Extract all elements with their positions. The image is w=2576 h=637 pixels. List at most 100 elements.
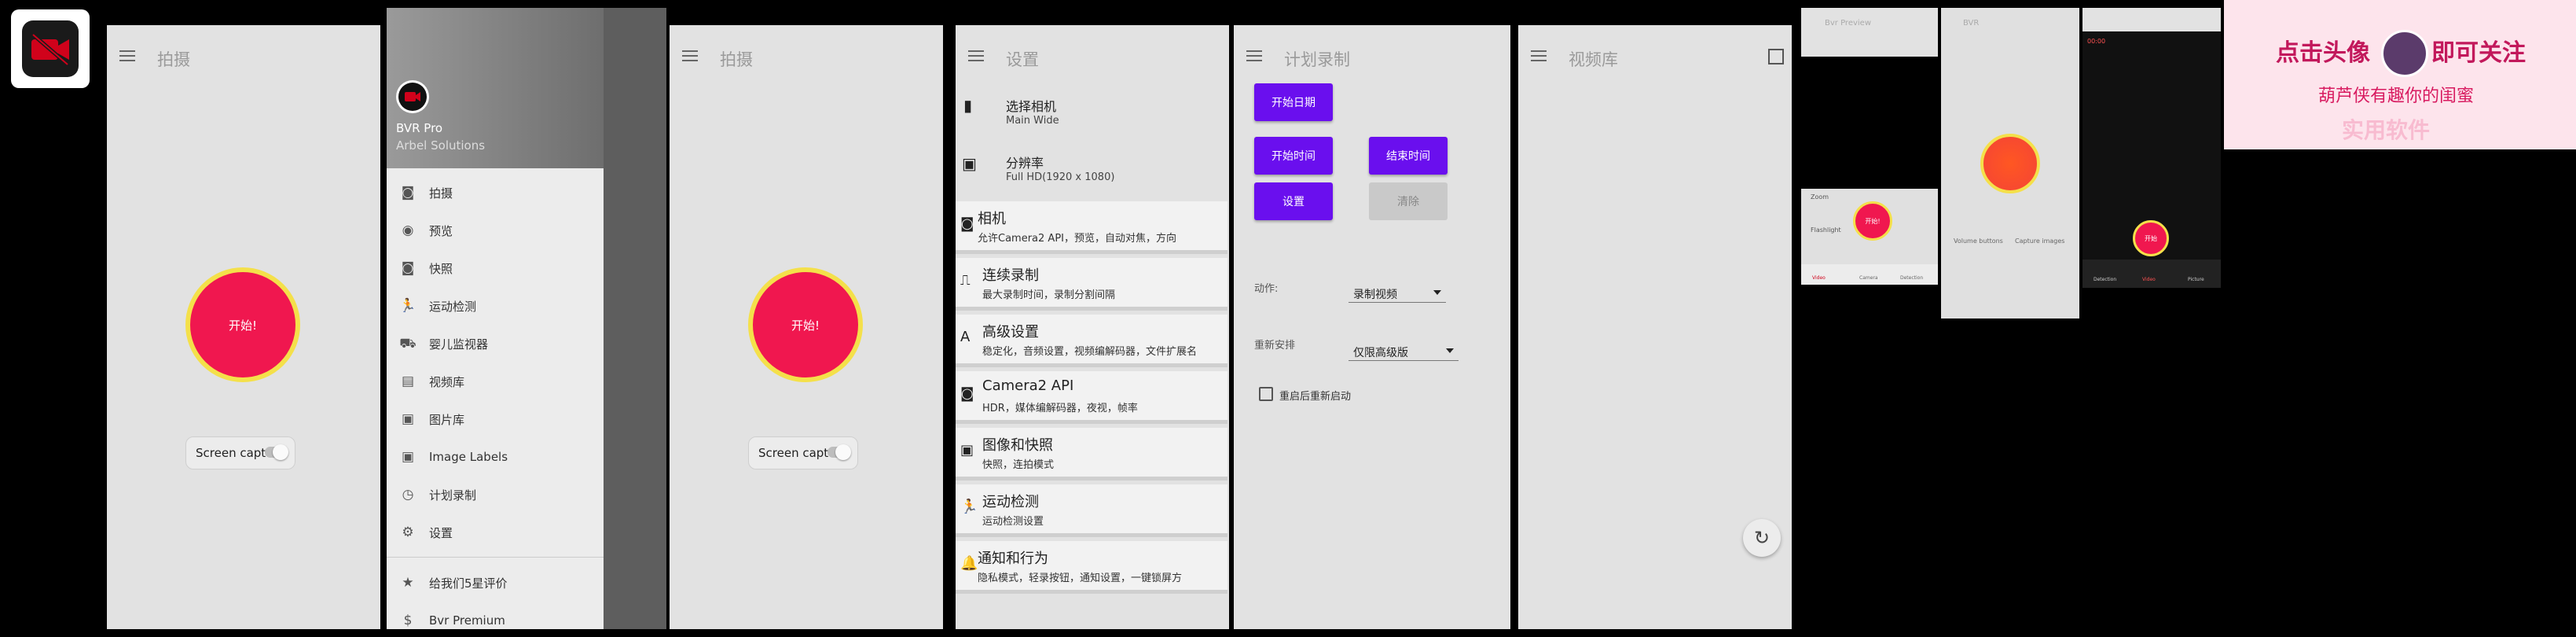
setting-notifications[interactable]: 🔔 通知和行为 隐私模式，轻录按钮，通知设置，一键锁屏方 [956, 541, 1227, 594]
drawer-item-motion[interactable]: 🏃 运动检测 [399, 294, 476, 318]
set-button[interactable]: 设置 [1254, 182, 1333, 220]
app-icon-tile[interactable] [11, 9, 90, 88]
thumb-title: Bvr Preview [1825, 19, 1871, 28]
drawer-item-video-library[interactable]: ▤ 视频库 [399, 370, 464, 393]
drawer-item-image-library[interactable]: ▣ 图片库 [399, 407, 464, 431]
menu-icon[interactable] [1531, 50, 1547, 61]
nav-tab-video[interactable]: Video [1812, 275, 1826, 281]
record-button[interactable]: 开始! [185, 267, 300, 382]
thumb-record-button[interactable]: 开始! [1853, 201, 1892, 241]
setting-title: 运动检测 [982, 494, 1039, 510]
main-thumbnail: BVR Volume buttons Capture images [1941, 8, 2079, 318]
status-bar [1518, 8, 1792, 25]
repeat-dropdown[interactable]: 仅限高级版 [1349, 341, 1459, 361]
drawer-item-schedule[interactable]: ◷ 计划录制 [399, 483, 476, 506]
setting-subtitle: 隐私模式，轻录按钮，通知设置，一键锁屏方 [978, 573, 1183, 584]
setting-subtitle: 运动检测设置 [982, 516, 1044, 528]
thumb-title: BVR [1963, 19, 1980, 28]
banner-line-2: 葫芦侠有趣你的闺蜜 [2318, 87, 2475, 106]
setting-advanced[interactable]: A 高级设置 稳定化，音频设置，视频编解码器，文件扩展名 [956, 315, 1227, 367]
screen-capture-toggle[interactable]: Screen capture [748, 436, 858, 469]
drawer-item-label: 图片库 [429, 412, 465, 427]
banner-line-1b: 即可关注 [2431, 39, 2526, 67]
drawer-item-preview[interactable]: ◉ 预览 [399, 219, 453, 242]
setting-subtitle: HDR，媒体编解码器，夜视，帧率 [982, 403, 1138, 414]
setting-title: 相机 [978, 211, 1006, 227]
page-title: 拍摄 [720, 50, 753, 69]
setting-resolution[interactable]: ▣ 分辨率 Full HD(1920 x 1080) [956, 142, 1229, 197]
scrim[interactable] [604, 8, 666, 629]
drawer-screen: BVR Pro Arbel Solutions ◙ 拍摄 ◉ 预览 ◙ 快照 🏃 运动检… [387, 8, 666, 629]
setting-images-snapshots[interactable]: ▣ 图像和快照 快照，连拍模式 [956, 428, 1227, 481]
nav-tab-picture[interactable]: Picture [2188, 277, 2204, 282]
camera-icon: ◙ [960, 385, 974, 402]
running-icon: 🏃 [399, 298, 416, 314]
restart-label: 重启后重新启动 [1279, 391, 1352, 403]
menu-icon[interactable] [682, 50, 698, 61]
promo-banner[interactable]: 点击头像 即可关注 葫芦侠有趣你的闺蜜 实用软件 [2224, 0, 2576, 149]
app-bar: 设置 [956, 25, 1229, 90]
drawer-item-snapshot[interactable]: ◙ 快照 [399, 256, 453, 280]
drawer-item-label: 视频库 [429, 374, 465, 389]
drawer-item-label: Bvr Premium [429, 613, 505, 628]
text-icon: A [960, 329, 971, 345]
nav-tab-detection[interactable]: Detection [1900, 275, 1923, 281]
thumb-toolbar [2082, 8, 2221, 31]
setting-subtitle: 允许Camera2 API，预览，自动对焦，方向 [978, 233, 1176, 245]
phone-icon: ▮ [963, 96, 973, 115]
select-icon[interactable] [1768, 49, 1784, 64]
toggle-switch[interactable] [265, 444, 288, 460]
thumb-bottom-nav: Video Camera Detection [1801, 264, 1938, 285]
setting-subtitle: 稳定化，音频设置，视频编解码器，文件扩展名 [982, 346, 1198, 358]
video-library-icon: ▤ [401, 374, 415, 389]
setting-title: 连续录制 [982, 267, 1039, 284]
zoom-label: Zoom [1811, 193, 1829, 201]
toggle-switch[interactable] [827, 444, 851, 460]
drawer-divider [387, 557, 604, 558]
page-title: 设置 [1006, 50, 1039, 69]
menu-icon[interactable] [968, 50, 984, 61]
record-button[interactable]: 开始! [748, 267, 863, 382]
nav-tab-camera[interactable]: Camera [1859, 275, 1878, 281]
menu-icon[interactable] [1246, 50, 1262, 61]
camera-off-icon [22, 20, 79, 77]
app-bar: 视频库 [1518, 25, 1792, 90]
nav-tab-detection[interactable]: Detection [2093, 277, 2116, 282]
refresh-button[interactable]: ↻ [1743, 519, 1781, 557]
status-bar [1234, 8, 1510, 25]
setting-camera2-api[interactable]: ◙ Camera2 API HDR，媒体编解码器，夜视，帧率 [956, 371, 1227, 424]
end-time-button[interactable]: 结束时间 [1369, 137, 1448, 175]
setting-select-camera[interactable]: ▮ 选择相机 Main Wide [956, 85, 1229, 140]
drawer-item-rate[interactable]: ★ 给我们5星评价 [399, 571, 507, 595]
repeat-value: 仅限高级版 [1353, 347, 1408, 359]
thumb-record-button[interactable]: 开始 [2133, 220, 2169, 256]
repeat-label: 重新安排 [1254, 340, 1296, 352]
drawer-item-capture[interactable]: ◙ 拍摄 [399, 181, 453, 204]
banner-line-1a: 点击头像 [2276, 39, 2370, 67]
restart-checkbox[interactable] [1259, 387, 1273, 401]
start-time-button[interactable]: 开始时间 [1254, 137, 1333, 175]
menu-icon[interactable] [119, 50, 135, 61]
drawer-item-premium[interactable]: $ Bvr Premium [399, 609, 505, 629]
setting-camera[interactable]: ◙ 相机 允许Camera2 API，预览，自动对焦，方向 [956, 201, 1227, 254]
drawer-item-image-labels[interactable]: ▣ Image Labels [399, 445, 508, 469]
status-bar [107, 8, 380, 25]
drawer-item-label: 快照 [429, 261, 453, 276]
thumb-record-button[interactable] [1980, 134, 2040, 193]
setting-continuous-recording[interactable]: ⎍ 连续录制 最大录制时间，录制分割间隔 [956, 258, 1227, 311]
start-date-button[interactable]: 开始日期 [1254, 83, 1333, 121]
setting-subtitle: Full HD(1920 x 1080) [1006, 171, 1115, 183]
drawer-menu: ◙ 拍摄 ◉ 预览 ◙ 快照 🏃 运动检测 ⛟ 婴儿监视器 ▤ 视频库 ▣ 图片库 ▣ Imag… [387, 168, 604, 629]
action-dropdown[interactable]: 录制视频 [1349, 283, 1446, 303]
clear-button[interactable]: 清除 [1369, 182, 1448, 220]
nav-tab-video[interactable]: Video [2142, 277, 2156, 282]
setting-motion-detection[interactable]: 🏃 运动检测 运动检测设置 [956, 484, 1227, 537]
drawer-item-label: 计划录制 [429, 488, 477, 503]
drawer-item-label: 婴儿监视器 [429, 337, 489, 352]
drawer-item-settings[interactable]: ⚙ 设置 [399, 521, 453, 544]
camera-icon: ◙ [401, 260, 415, 276]
drawer-item-baby-monitor[interactable]: ⛟ 婴儿监视器 [399, 332, 488, 355]
screen-capture-toggle[interactable]: Screen capture [185, 436, 295, 469]
setting-title: 选择相机 [1006, 99, 1057, 114]
eye-icon: ◉ [402, 223, 414, 238]
